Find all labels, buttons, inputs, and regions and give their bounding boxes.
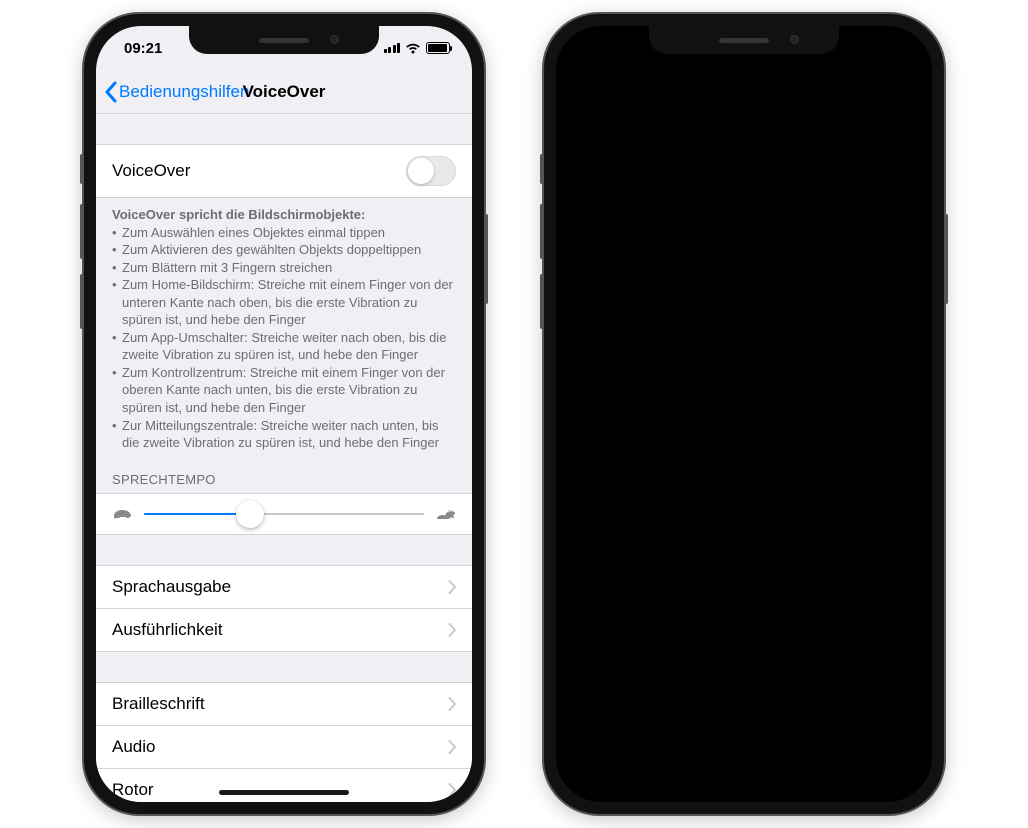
row-label: Brailleschrift xyxy=(112,694,205,714)
back-label: Bedienungshilfen xyxy=(119,82,249,102)
row-label: Ausführlichkeit xyxy=(112,620,223,640)
battery-icon xyxy=(426,42,450,54)
chevron-left-icon xyxy=(104,81,117,103)
settings-row-1[interactable]: Audio xyxy=(96,726,472,769)
desc-item: Zur Mitteilungszentrale: Streiche weiter… xyxy=(112,417,456,452)
status-time: 09:21 xyxy=(124,40,162,57)
settings-row-1[interactable]: Ausführlichkeit xyxy=(96,609,472,652)
hare-icon xyxy=(434,506,456,522)
back-button[interactable]: Bedienungshilfen xyxy=(104,81,249,103)
phone-right xyxy=(544,14,944,814)
desc-header: VoiceOver spricht die Bildschirmobjekte: xyxy=(112,207,365,222)
screen-right-blank xyxy=(556,26,932,802)
speaking-rate-slider[interactable] xyxy=(144,513,424,515)
nav-bar: Bedienungshilfen VoiceOver xyxy=(96,70,472,114)
row-label: Rotor xyxy=(112,780,154,800)
desc-item: Zum Aktivieren des gewählten Objekts dop… xyxy=(112,241,456,259)
phone-left: 09:21 Bedienungshilfen VoiceOver VoiceOv… xyxy=(84,14,484,814)
settings-row-0[interactable]: Sprachausgabe xyxy=(96,565,472,609)
voiceover-label: VoiceOver xyxy=(112,161,190,181)
chevron-right-icon xyxy=(448,783,456,797)
wifi-icon xyxy=(405,42,421,54)
desc-item: Zum Kontrollzentrum: Streiche mit einem … xyxy=(112,364,456,417)
notch xyxy=(189,26,379,54)
chevron-right-icon xyxy=(448,580,456,594)
chevron-right-icon xyxy=(448,740,456,754)
voiceover-description: VoiceOver spricht die Bildschirmobjekte:… xyxy=(96,198,472,456)
desc-item: Zum Auswählen eines Objektes einmal tipp… xyxy=(112,224,456,242)
slider-thumb[interactable] xyxy=(236,500,264,528)
voiceover-toggle-row[interactable]: VoiceOver xyxy=(96,144,472,198)
speaking-rate-row xyxy=(96,493,472,535)
page-title: VoiceOver xyxy=(243,82,326,102)
chevron-right-icon xyxy=(448,623,456,637)
tortoise-icon xyxy=(112,506,134,522)
voiceover-toggle[interactable] xyxy=(406,156,456,186)
screen-left: 09:21 Bedienungshilfen VoiceOver VoiceOv… xyxy=(96,26,472,802)
cellular-signal-icon xyxy=(384,43,401,53)
settings-content[interactable]: VoiceOver VoiceOver spricht die Bildschi… xyxy=(96,114,472,802)
home-indicator[interactable] xyxy=(219,790,349,795)
desc-item: Zum App-Umschalter: Streiche weiter nach… xyxy=(112,329,456,364)
row-label: Sprachausgabe xyxy=(112,577,231,597)
notch xyxy=(649,26,839,54)
rate-header: SPRECHTEMPO xyxy=(96,456,472,493)
desc-item: Zum Blättern mit 3 Fingern streichen xyxy=(112,259,456,277)
row-label: Audio xyxy=(112,737,155,757)
settings-row-2[interactable]: Rotor xyxy=(96,769,472,802)
chevron-right-icon xyxy=(448,697,456,711)
settings-row-0[interactable]: Brailleschrift xyxy=(96,682,472,726)
desc-item: Zum Home-Bildschirm: Streiche mit einem … xyxy=(112,276,456,329)
